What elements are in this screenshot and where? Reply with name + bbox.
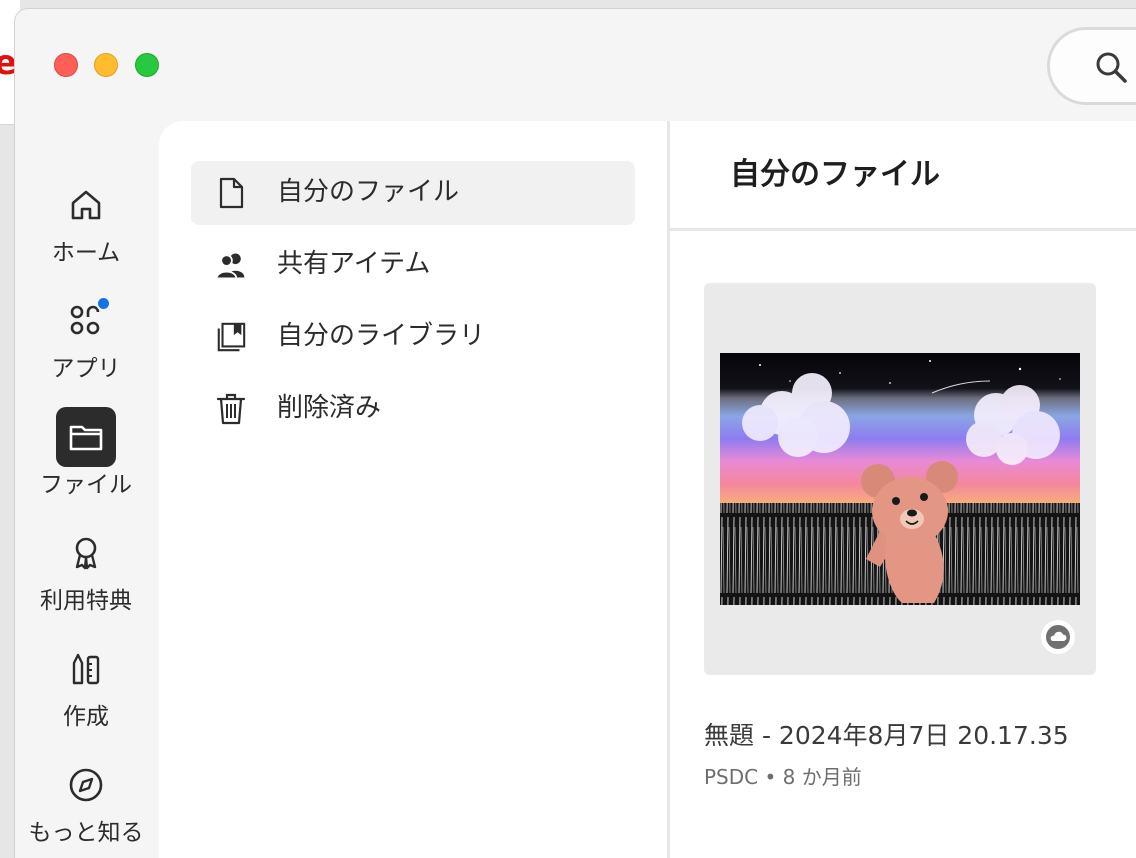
rail-label-files: ファイル [40,472,132,498]
rail-item-home[interactable]: ホーム [15,175,157,267]
files-nav: 自分のファイル 共有アイテム 自分のライブラリ 削除済み [191,161,635,449]
nav-item-my-files[interactable]: 自分のファイル [191,161,635,225]
content-panel: 自分のファイル 共有アイテム 自分のライブラリ 削除済み 自分のファイル 無題 … [159,121,1136,858]
cloud-icon [1046,625,1070,649]
nav-item-libraries[interactable]: 自分のライブラリ [191,305,635,369]
nav-item-deleted[interactable]: 削除済み [191,377,635,441]
rail-item-benefits[interactable]: 利用特典 [15,523,157,615]
apps-notification-badge [96,296,111,311]
trash-icon [216,393,246,425]
document-icon [219,177,244,209]
create-tools-icon [72,653,100,685]
search-icon [1096,52,1127,83]
rail-label-apps: アプリ [51,356,121,382]
main-header: 自分のファイル [670,121,1136,231]
rail-item-apps[interactable]: アプリ [15,291,157,383]
cloud-sync-status [1041,620,1075,654]
nav-label-shared: 共有アイテム [277,249,431,279]
rail-label-benefits: 利用特典 [40,588,132,614]
library-icon [217,322,246,352]
nav-label-my-files: 自分のファイル [277,177,460,207]
window-close-button[interactable] [54,53,78,77]
rail-item-files[interactable]: ファイル [15,407,157,499]
search-field[interactable] [1047,27,1136,105]
rail-label-discover: もっと知る [28,820,144,846]
home-icon [71,190,101,220]
rail-item-create[interactable]: 作成 [15,639,157,731]
file-card[interactable] [704,283,1096,675]
panel-divider [667,121,670,858]
award-icon [75,537,97,570]
nav-label-deleted: 削除済み [277,393,382,423]
rail-label-create: 作成 [63,704,109,730]
file-thumbnail [720,353,1080,605]
page-title: 自分のファイル [730,157,940,192]
file-name[interactable]: 無題 - 2024年8月7日 20.17.35 [704,719,1069,753]
people-icon [215,253,245,280]
nav-label-libraries: 自分のライブラリ [277,321,486,351]
folder-icon [69,425,103,451]
window-maximize-button[interactable] [135,53,159,77]
window-minimize-button[interactable] [94,53,118,77]
compass-icon [69,768,103,802]
file-meta: PSDC • 8 か月前 [704,765,862,789]
app-window: ホーム アプリ ファイル 利用特典 作成 もっと知る 自分のファイル 共有アイテ… [14,8,1136,858]
rail-label-home: ホーム [51,240,121,266]
rail-item-discover[interactable]: もっと知る [15,755,157,847]
nav-item-shared[interactable]: 共有アイテム [191,233,635,297]
